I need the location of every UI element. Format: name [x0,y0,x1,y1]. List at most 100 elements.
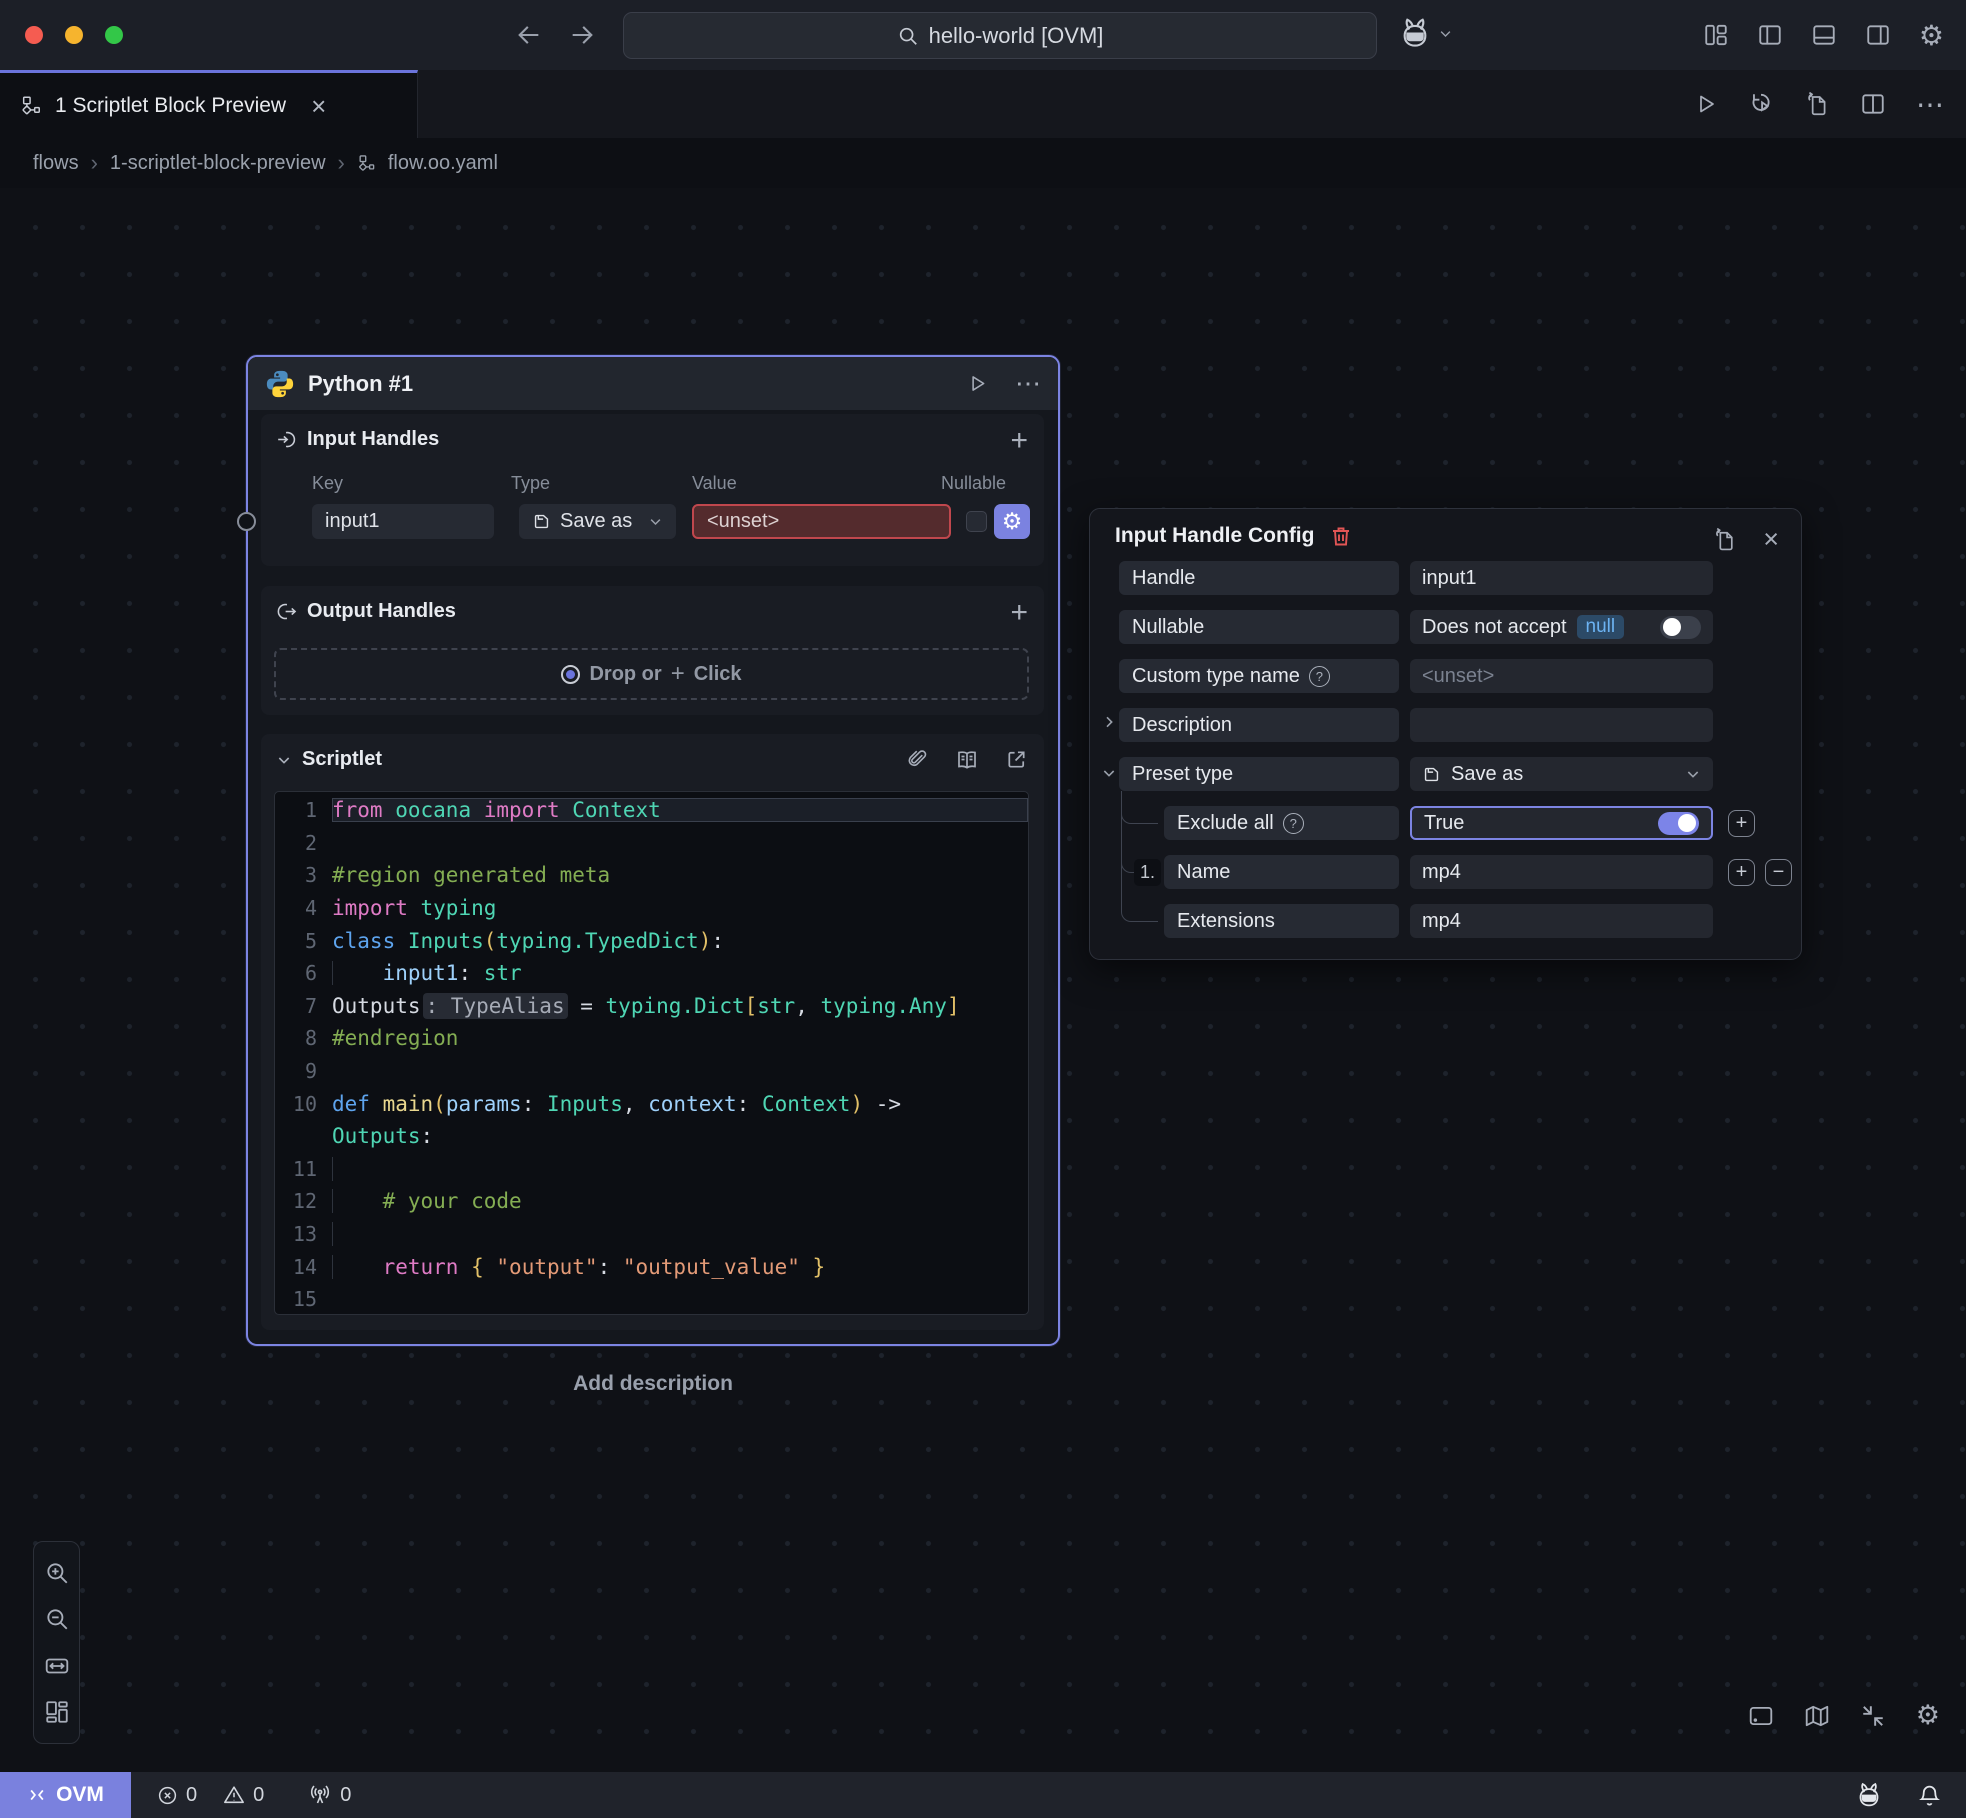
settings-gear-icon[interactable]: ⚙ [1919,19,1944,52]
code-line[interactable]: 1from oocana import Context [275,794,1028,827]
delete-handle-icon[interactable] [1329,524,1353,548]
code-line[interactable]: 14 return { "output": "output_value" } [275,1250,1028,1283]
assistant-menu[interactable] [1398,16,1453,50]
config-value-handle[interactable]: input1 [1410,561,1713,595]
rerun-icon[interactable] [1748,91,1774,117]
output-handles-section: Output Handles + Drop or + Click [261,586,1044,715]
collapse-preset-icon[interactable] [1101,765,1117,781]
split-editor-icon[interactable] [1860,91,1886,117]
code-line[interactable]: 10def main(params: Inputs, context: Cont… [275,1087,1028,1120]
fit-view-icon[interactable] [44,1653,70,1679]
handle-config-gear-button[interactable]: ⚙ [994,504,1030,539]
open-in-editor-icon[interactable] [1712,527,1737,552]
remove-item-button[interactable]: − [1765,859,1792,886]
input-handle-config-panel: Input Handle Config × Handle input1 Null… [1089,508,1802,960]
code-line[interactable]: 13 [275,1218,1028,1251]
customize-layout-icon[interactable] [1703,22,1729,48]
code-line[interactable]: 2 [275,827,1028,860]
output-handles-icon [276,601,297,622]
run-node-icon[interactable] [967,373,988,394]
code-line[interactable]: 11 [275,1153,1028,1186]
toggle-sidebar-icon[interactable] [1757,22,1783,48]
code-line[interactable]: 4import typing [275,892,1028,925]
config-value-custom-type[interactable]: <unset> [1410,659,1713,693]
close-panel-icon[interactable]: × [1763,524,1779,555]
collapse-chevron-icon[interactable] [276,752,292,768]
config-value-extensions[interactable]: mp4 [1410,904,1713,938]
run-flow-icon[interactable] [1694,92,1718,116]
code-line[interactable]: 9 [275,1055,1028,1088]
forward-button[interactable] [568,21,596,49]
python-node-card[interactable]: Python #1 ⋯ Input Handles + Key Type Val… [246,355,1060,1346]
expand-description-icon[interactable] [1101,714,1117,730]
tab-close-icon[interactable]: × [311,96,326,116]
handle-type-select[interactable]: Save as [519,504,676,539]
config-value-preset-type[interactable]: Save as [1410,757,1713,791]
nullable-toggle[interactable] [1660,616,1701,639]
assistant-status-icon[interactable] [1855,1781,1883,1809]
tab-scriptlet-block-preview[interactable]: 1 Scriptlet Block Preview × [0,70,418,138]
help-icon[interactable]: ? [1309,666,1330,687]
command-center-search[interactable]: hello-world [OVM] [623,12,1377,59]
open-file-icon[interactable] [1804,91,1830,117]
code-line[interactable]: 12 # your code [275,1185,1028,1218]
ports-status[interactable]: 0 [308,1783,351,1807]
add-output-handle-button[interactable]: + [1010,596,1028,630]
toggle-panel-icon[interactable] [1748,1703,1774,1729]
minimap-icon[interactable] [1804,1703,1830,1729]
handle-value-input[interactable]: <unset> [692,504,951,539]
help-icon[interactable]: ? [1283,813,1304,834]
zoom-in-icon[interactable] [44,1560,70,1586]
code-editor[interactable]: 1from oocana import Context2 3#region ge… [274,791,1029,1315]
input-port-handle[interactable] [237,512,256,531]
plus-icon: + [671,660,685,688]
breadcrumb-item-flows[interactable]: flows [33,152,79,175]
canvas-settings-gear-icon[interactable]: ⚙ [1916,1700,1940,1731]
exclude-all-toggle[interactable] [1658,812,1699,835]
config-value-nullable[interactable]: Does not accept null [1410,610,1713,644]
breadcrumb-item-file[interactable]: flow.oo.yaml [388,152,498,175]
code-line[interactable]: 8#endregion [275,1022,1028,1055]
zoom-out-icon[interactable] [44,1606,70,1632]
breadcrumb: flows › 1-scriptlet-block-preview › flow… [0,138,1966,188]
add-description-button[interactable]: Add description [246,1372,1060,1396]
close-window-button[interactable] [25,26,43,44]
save-as-icon [1422,765,1441,784]
config-value-name[interactable]: mp4 [1410,855,1713,889]
warnings-status[interactable]: 0 [223,1784,264,1807]
remote-indicator[interactable]: OVM [0,1772,131,1818]
drop-target-icon [561,665,580,684]
code-line[interactable]: Outputs: [275,1120,1028,1153]
add-item-button[interactable]: + [1728,859,1755,886]
node-header[interactable]: Python #1 ⋯ [248,357,1058,410]
attach-icon[interactable] [906,748,929,772]
toggle-secondary-sidebar-icon[interactable] [1865,22,1891,48]
column-nullable: Nullable [941,473,1006,494]
back-button[interactable] [515,21,543,49]
node-menu-icon[interactable]: ⋯ [1015,368,1041,399]
collapse-view-icon[interactable] [1860,1703,1886,1729]
nullable-checkbox[interactable] [966,511,987,532]
add-input-handle-button[interactable]: + [1010,424,1028,458]
handle-key-input[interactable]: input1 [312,504,494,539]
output-dropzone[interactable]: Drop or + Click [274,648,1029,700]
auto-layout-icon[interactable] [44,1699,70,1725]
code-line[interactable]: 3#region generated meta [275,859,1028,892]
toggle-panel-icon[interactable] [1811,22,1837,48]
errors-status[interactable]: 0 [157,1784,197,1807]
open-external-icon[interactable] [1005,748,1028,772]
code-line[interactable]: 7Outputs: TypeAlias = typing.Dict[str, t… [275,990,1028,1023]
minimize-window-button[interactable] [65,26,83,44]
config-value-exclude-all[interactable]: True [1410,806,1713,840]
config-label-custom-type: Custom type name? [1119,659,1399,693]
config-value-description[interactable] [1410,708,1713,742]
docs-book-icon[interactable] [955,748,979,772]
code-line[interactable]: 6 input1: str [275,957,1028,990]
add-item-button[interactable]: + [1728,810,1755,837]
code-line[interactable]: 15 [275,1283,1028,1315]
code-line[interactable]: 5class Inputs(typing.TypedDict): [275,924,1028,957]
maximize-window-button[interactable] [105,26,123,44]
breadcrumb-item-flow-folder[interactable]: 1-scriptlet-block-preview [110,152,326,175]
more-actions-icon[interactable]: ⋯ [1916,88,1944,121]
notifications-bell-icon[interactable] [1917,1783,1942,1808]
